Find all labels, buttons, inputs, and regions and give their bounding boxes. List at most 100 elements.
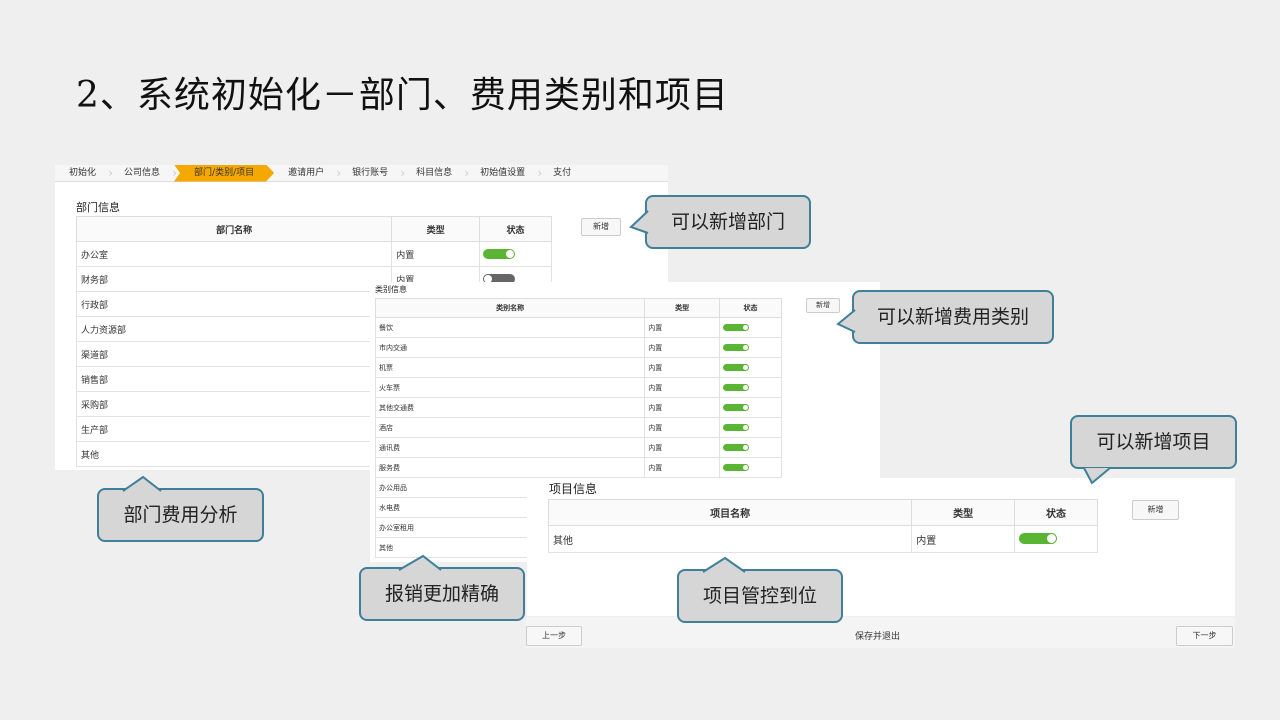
callout-dept-analysis: 部门费用分析: [97, 475, 264, 542]
col-status: 状态: [479, 216, 552, 242]
callout-add-dept: 可以新增部门: [629, 195, 811, 249]
row-name: 市内交通: [374, 337, 646, 358]
save-exit-link[interactable]: 保存并退出: [855, 629, 900, 642]
status-toggle[interactable]: [723, 404, 750, 411]
add-dept-button[interactable]: 新增: [581, 218, 621, 236]
row-name: 销售部: [75, 366, 393, 392]
callout-project-control: 项目管控到位: [677, 556, 843, 623]
row-type: 内置: [644, 437, 721, 458]
callout-text: 报销更加精确: [384, 583, 499, 605]
row-name: 酒店: [374, 417, 646, 438]
wizard-step[interactable]: 公司信息: [110, 165, 177, 182]
toggle-knob: [506, 249, 515, 258]
toggle-knob: [743, 325, 749, 330]
row-type: 内置: [644, 357, 721, 378]
row-name: 其他: [75, 441, 393, 467]
add-project-button[interactable]: 新增: [1132, 500, 1179, 520]
wizard-step[interactable]: 邀请用户: [274, 165, 341, 182]
callout-pointer: [836, 309, 856, 333]
status-toggle[interactable]: [1019, 533, 1058, 545]
col-type: 类型: [391, 216, 481, 242]
status-toggle[interactable]: [483, 248, 516, 259]
callout-pointer: [702, 556, 746, 573]
table-row: 火车票 内置: [374, 377, 782, 398]
row-name: 办公室: [75, 241, 393, 267]
col-type: 类型: [911, 499, 1016, 526]
table-row: 办公室 内置: [75, 241, 552, 267]
wizard-step[interactable]: 初始化: [55, 165, 113, 182]
col-project-name: 项目名称: [547, 499, 913, 526]
row-name: 餐饮: [374, 317, 646, 338]
callout-text: 可以新增部门: [670, 211, 785, 233]
table-row: 通讯费 内置: [374, 437, 782, 458]
row-status: [479, 241, 552, 267]
row-name: 财务部: [75, 266, 393, 292]
add-category-button[interactable]: 新增: [806, 298, 840, 313]
callout-add-project: 可以新增项目: [1070, 415, 1237, 485]
row-type: 内置: [644, 337, 721, 358]
wizard-step[interactable]: 支付: [539, 165, 585, 182]
row-name: 渠道部: [75, 341, 393, 367]
row-status: [719, 317, 782, 338]
table-row: 餐饮 内置: [374, 317, 782, 338]
status-toggle[interactable]: [723, 364, 750, 371]
toggle-knob: [743, 445, 749, 450]
col-status: 状态: [1014, 499, 1098, 526]
toggle-knob: [743, 405, 749, 410]
col-category-name: 类别名称: [374, 298, 646, 318]
callout-text: 可以新增项目: [1096, 431, 1211, 453]
row-name: 通讯费: [374, 437, 646, 458]
callout-pointer: [629, 210, 649, 234]
row-status: [719, 337, 782, 358]
row-status: [719, 397, 782, 418]
slide-title: 2、系统初始化－部门、费用类别和项目: [76, 75, 729, 116]
callout-text: 可以新增费用类别: [876, 306, 1029, 328]
status-toggle[interactable]: [723, 444, 750, 451]
step-bar: 初始化公司信息部门/类别/项目邀请用户银行账号科目信息初始值设置支付: [55, 164, 668, 182]
callout-pointer: [398, 554, 442, 571]
row-status: [719, 457, 782, 478]
row-status: [719, 377, 782, 398]
status-toggle[interactable]: [723, 424, 750, 431]
col-type: 类型: [644, 298, 721, 318]
col-status: 状态: [719, 298, 782, 318]
row-name: 其他: [547, 525, 913, 553]
row-type: 内置: [644, 457, 721, 478]
project-table: 项目名称 类型 状态 其他 内置: [547, 499, 1098, 553]
row-name: 生产部: [75, 416, 393, 442]
wizard-step[interactable]: 初始值设置: [466, 165, 542, 182]
row-type: 内置: [644, 417, 721, 438]
status-toggle[interactable]: [723, 464, 750, 471]
wizard-step[interactable]: 银行账号: [338, 165, 405, 182]
next-step-button[interactable]: 下一步: [1176, 626, 1233, 646]
table-row: 其他 内置: [547, 525, 1098, 553]
row-name: 服务费: [374, 457, 646, 478]
row-type: 内置: [644, 377, 721, 398]
row-name: 人力资源部: [75, 316, 393, 342]
row-type: 内置: [391, 241, 481, 267]
callout-text: 项目管控到位: [702, 585, 817, 607]
row-status: [1014, 525, 1098, 553]
toggle-knob: [743, 345, 749, 350]
row-status: [719, 357, 782, 378]
table-row: 服务费 内置: [374, 457, 782, 478]
callout-expense-precise: 报销更加精确: [359, 554, 525, 621]
toggle-knob: [743, 365, 749, 370]
toggle-knob: [743, 385, 749, 390]
col-dept-name: 部门名称: [75, 216, 393, 242]
row-name: 火车票: [374, 377, 646, 398]
status-toggle[interactable]: [723, 324, 750, 331]
table-row: 其他交通费 内置: [374, 397, 782, 418]
status-toggle[interactable]: [723, 384, 750, 391]
wizard-step[interactable]: 科目信息: [402, 165, 469, 182]
row-name: 采购部: [75, 391, 393, 417]
status-toggle[interactable]: [723, 344, 750, 351]
toggle-knob: [743, 465, 749, 470]
row-type: 内置: [644, 397, 721, 418]
callout-pointer: [1083, 467, 1111, 485]
wizard-step[interactable]: 部门/类别/项目: [174, 165, 274, 182]
table-row: 市内交通 内置: [374, 337, 782, 358]
prev-step-button[interactable]: 上一步: [526, 626, 582, 646]
row-status: [719, 417, 782, 438]
row-status: [719, 437, 782, 458]
